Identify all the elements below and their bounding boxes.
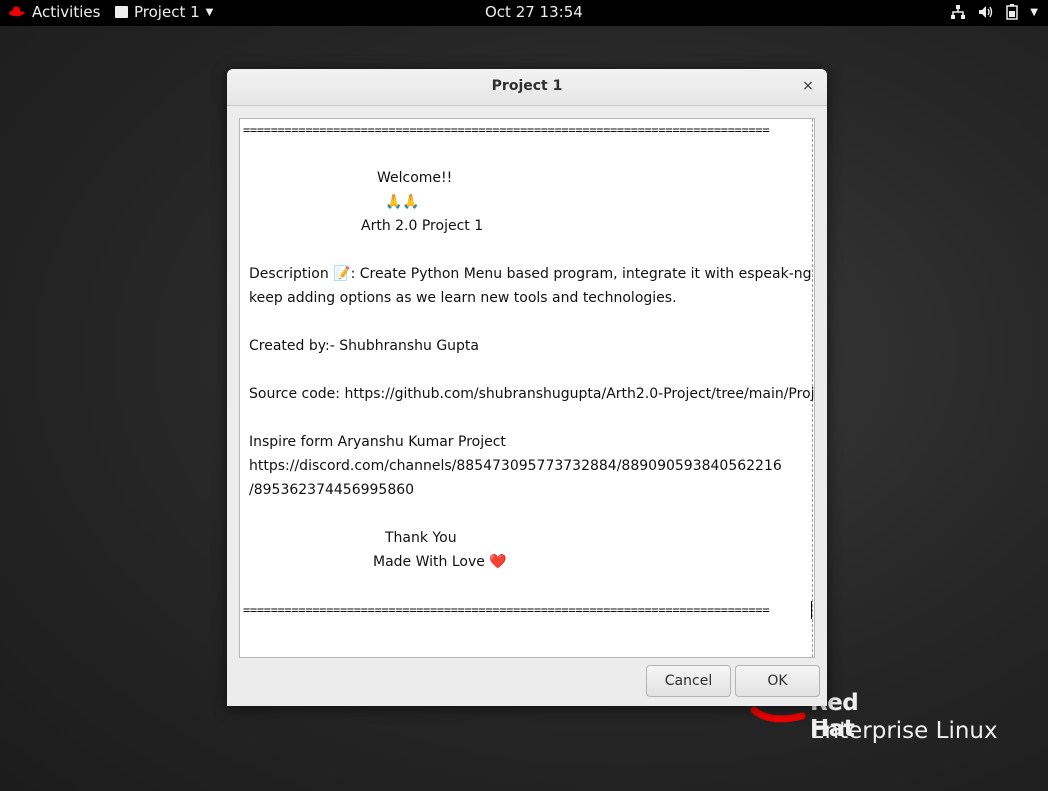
brand-enterprise-linux-text: Enterprise Linux [810, 718, 998, 744]
cancel-button[interactable]: Cancel [646, 665, 731, 697]
volume-icon [979, 6, 993, 18]
chevron-down-icon: ▼ [205, 6, 214, 18]
system-menu-caret-icon: ▼ [1030, 6, 1038, 18]
network-icon [951, 5, 966, 19]
created-by-text: Created by:- Shubhranshu Gupta [249, 338, 479, 354]
info-text-area[interactable]: ========================================… [239, 118, 815, 658]
separator-bottom: ========================================… [243, 603, 770, 617]
activities-label: Activities [32, 3, 101, 21]
app-window-icon [115, 6, 128, 18]
app-menu-button[interactable]: Project 1 ▼ [115, 3, 213, 21]
battery-icon [1006, 4, 1019, 20]
welcome-text: Welcome!! [377, 170, 453, 186]
clock[interactable]: Oct 27 13:54 [485, 3, 583, 21]
pray-emoji: 🙏🙏 [385, 194, 420, 210]
thank-you-text: Thank You [385, 530, 457, 546]
system-tray[interactable]: ▼ [950, 4, 1038, 20]
description-line-2: keep adding options as we learn new tool… [249, 290, 677, 306]
inspire-text: Inspire form Aryanshu Kumar Project [249, 434, 506, 450]
description-line-1: Description 📝: Create Python Menu based … [249, 266, 815, 282]
top-bar: Activities Project 1 ▼ Oct 27 13:54 ▼ [0, 0, 1048, 26]
discord-link-line-1: https://discord.com/channels/88547309577… [249, 458, 782, 474]
separator-top: ========================================… [243, 123, 770, 137]
app-menu-label: Project 1 [134, 3, 200, 21]
discord-link-line-2: /895362374456995860 [249, 482, 415, 498]
close-icon[interactable]: × [799, 77, 817, 95]
dialog-titlebar[interactable]: Project 1 × [227, 69, 827, 106]
ok-button[interactable]: OK [735, 665, 820, 697]
project-title-text: Arth 2.0 Project 1 [361, 218, 484, 234]
dialog-title: Project 1 [491, 78, 563, 94]
redhat-hat-icon [9, 6, 25, 17]
activities-button[interactable]: Activities [8, 3, 100, 21]
source-code-text: Source code: https://github.com/shubrans… [249, 386, 815, 402]
project-dialog: Project 1 × ============================… [227, 69, 827, 706]
text-cursor [811, 601, 812, 619]
made-with-love-text: Made With Love ❤️ [373, 554, 507, 570]
